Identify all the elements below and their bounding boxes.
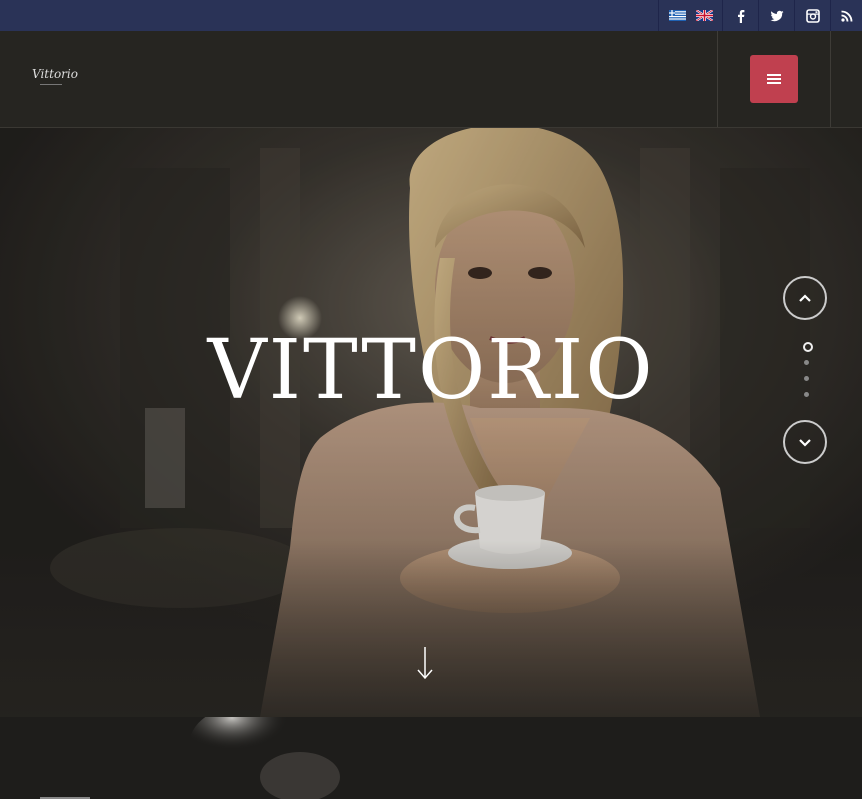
hero-slider: VITTORIO [0,128,862,717]
facebook-icon [738,9,745,23]
uk-flag-icon[interactable] [696,10,713,21]
rss-link[interactable] [830,0,862,31]
next-section [0,717,862,799]
arrow-down-icon[interactable] [414,646,436,680]
chevron-down-icon [799,439,811,447]
slider-dot[interactable] [803,342,813,352]
slider-dot[interactable] [804,392,809,397]
logo-underline [40,84,62,85]
hero-background-image [0,128,862,717]
header-divider [717,31,718,127]
top-bar [0,0,862,32]
twitter-icon [770,10,784,21]
twitter-link[interactable] [758,0,795,31]
slider-prev-button[interactable] [783,276,827,320]
slider-next-button[interactable] [783,420,827,464]
slider-dot[interactable] [804,360,809,365]
rss-icon [841,10,853,22]
instagram-icon [806,8,820,23]
language-switcher [658,0,723,31]
menu-button[interactable] [750,55,798,103]
instagram-link[interactable] [794,0,831,31]
greek-flag-icon[interactable] [669,10,686,21]
header-divider [830,31,831,127]
chevron-up-icon [799,294,811,302]
slider-dot[interactable] [804,376,809,381]
facebook-link[interactable] [722,0,759,31]
hamburger-icon [767,74,781,84]
site-header: Vittorio [0,31,862,128]
hero-title: VITTORIO [207,323,655,418]
site-logo[interactable]: Vittorio [32,67,78,81]
next-section-image [0,717,862,799]
